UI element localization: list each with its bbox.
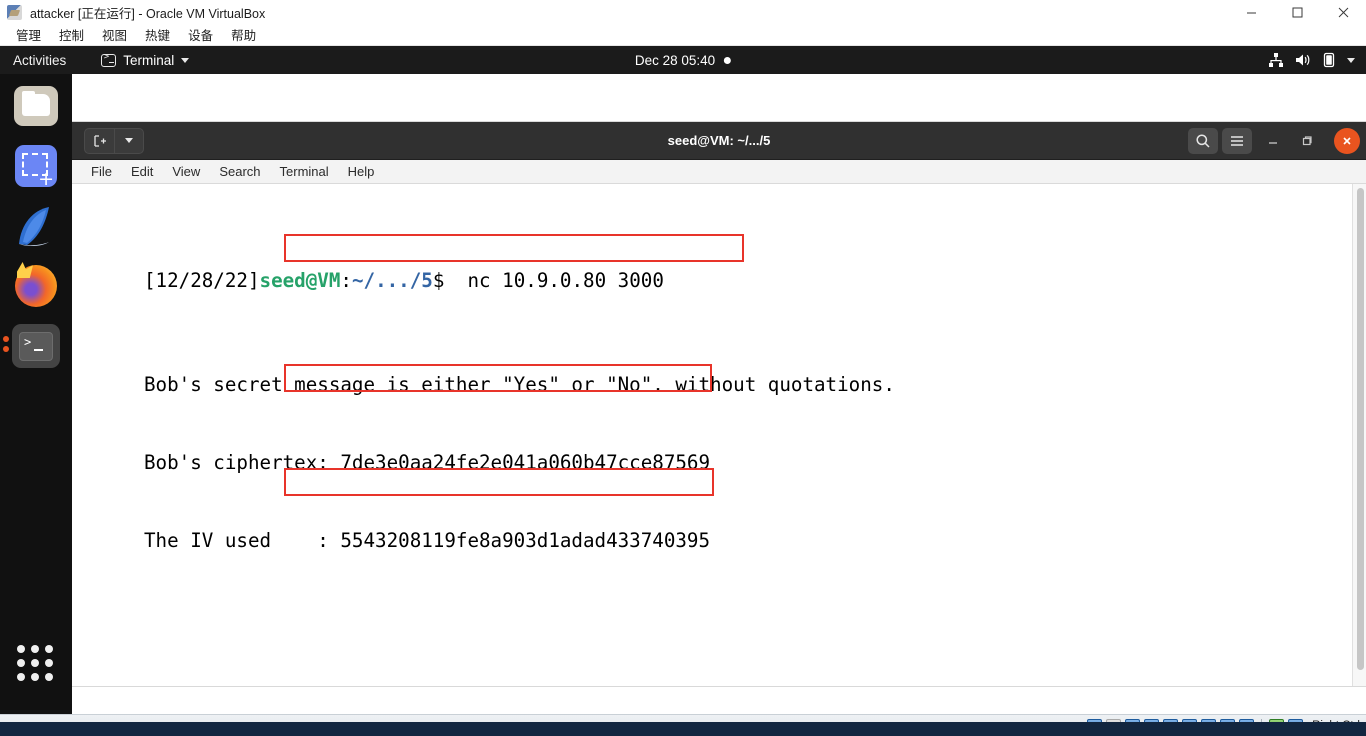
- new-tab-button[interactable]: [85, 128, 115, 153]
- maximize-button[interactable]: [1274, 0, 1320, 24]
- battery-icon: [1322, 52, 1336, 68]
- close-button[interactable]: [1320, 0, 1366, 24]
- vbox-menu-help[interactable]: 帮助: [223, 23, 264, 46]
- terminal-prompt-line: [12/28/22]seed@VM:~/.../5$ nc 10.9.0.80 …: [72, 268, 1352, 294]
- prompt-colon: :: [340, 269, 352, 292]
- clock-label: Dec 28 05:40: [634, 52, 716, 68]
- wireshark-icon: [13, 204, 59, 248]
- virtualbox-titlebar: attacker [正在运行] - Oracle VM VirtualBox: [0, 0, 1366, 24]
- terminal-menubar: File Edit View Search Terminal Help: [72, 160, 1366, 184]
- prompt-path: ~/.../5: [351, 269, 433, 292]
- vbox-menu-manage[interactable]: 管理: [8, 23, 49, 46]
- terminal-window-title: seed@VM: ~/.../5: [667, 133, 771, 148]
- menu-terminal[interactable]: Terminal: [271, 162, 338, 181]
- virtualbox-window-title: attacker [正在运行] - Oracle VM VirtualBox: [30, 6, 266, 21]
- prompt-user-host: seed@VM: [259, 269, 341, 292]
- host-taskbar: [0, 722, 1366, 736]
- notification-dot-icon: [724, 56, 732, 64]
- vbox-menu-hotkeys[interactable]: 热键: [137, 23, 178, 46]
- virtualbox-menubar: 管理 控制 视图 热键 设备 帮助: [0, 24, 1366, 46]
- terminal-scrollbar[interactable]: [1352, 184, 1366, 686]
- terminal-icon: [101, 52, 117, 67]
- menu-search[interactable]: Search: [210, 162, 269, 181]
- terminal-line: Next IV : 83b0c49019fe8a903d1adad4337403…: [72, 684, 1352, 686]
- terminal-line: The IV used : 5543208119fe8a903d1adad433…: [144, 529, 711, 552]
- show-applications-button[interactable]: [14, 642, 58, 686]
- dock-item-wireshark[interactable]: [12, 202, 60, 250]
- network-wired-icon: [1268, 52, 1284, 68]
- dock-item-files[interactable]: [12, 82, 60, 130]
- menu-file[interactable]: File: [82, 162, 121, 181]
- minimize-button[interactable]: [1228, 0, 1274, 24]
- terminal-header-actions: [1188, 127, 1360, 154]
- scrollbar-thumb[interactable]: [1357, 188, 1364, 670]
- terminal-icon: [3, 324, 60, 368]
- virtualbox-app-icon: [7, 4, 22, 20]
- activities-button[interactable]: Activities: [0, 46, 79, 74]
- app-menu-terminal[interactable]: Terminal: [91, 46, 199, 74]
- search-button[interactable]: [1188, 127, 1218, 154]
- prompt-date: [12/28/22]: [144, 269, 260, 292]
- terminal-command: nc 10.9.0.80 3000: [444, 269, 664, 292]
- terminal-maximize-button[interactable]: [1294, 128, 1320, 154]
- vbox-menu-control[interactable]: 控制: [51, 23, 92, 46]
- chevron-down-icon: [181, 57, 190, 63]
- menu-help[interactable]: Help: [339, 162, 384, 181]
- volume-icon: [1295, 52, 1311, 68]
- menu-edit[interactable]: Edit: [122, 162, 162, 181]
- terminal-minimize-button[interactable]: [1260, 128, 1286, 154]
- terminal-window: seed@VM: ~/.../5 File Edit View Search T…: [72, 122, 1366, 686]
- menu-view[interactable]: View: [163, 162, 209, 181]
- dock-item-terminal[interactable]: [3, 322, 60, 370]
- screenshot-icon: [15, 145, 57, 189]
- virtualbox-window: attacker [正在运行] - Oracle VM VirtualBox 管…: [0, 0, 1366, 736]
- vbox-menu-view[interactable]: 视图: [94, 23, 135, 46]
- terminal-headerbar: seed@VM: ~/.../5: [72, 122, 1366, 160]
- clock-button[interactable]: Dec 28 05:40: [626, 50, 740, 71]
- dock-item-screenshot[interactable]: [12, 142, 60, 190]
- terminal-line: Bob's secret message is either "Yes" or …: [144, 373, 895, 396]
- terminal-output-area[interactable]: [12/28/22]seed@VM:~/.../5$ nc 10.9.0.80 …: [72, 184, 1366, 686]
- app-menu-label: Terminal: [123, 52, 175, 68]
- terminal-line: Bob's ciphertex: 7de3e0aa24fe2e041a060b4…: [144, 451, 711, 474]
- running-indicator: [3, 336, 9, 352]
- gnome-dock: [0, 74, 72, 714]
- prompt-dollar: $: [432, 269, 445, 292]
- new-tab-dropdown[interactable]: [115, 129, 143, 153]
- virtualbox-window-controls: [1228, 0, 1366, 24]
- terminal-close-button[interactable]: [1334, 127, 1360, 154]
- hamburger-menu-button[interactable]: [1222, 127, 1252, 154]
- files-icon: [14, 86, 58, 126]
- gnome-top-bar: Activities Terminal Dec 28 05:40: [0, 46, 1366, 74]
- chevron-down-icon: [1347, 57, 1355, 63]
- firefox-icon: [15, 265, 57, 307]
- dock-item-firefox[interactable]: [12, 262, 60, 310]
- vbox-menu-devices[interactable]: 设备: [180, 23, 221, 46]
- terminal-text: [12/28/22]seed@VM:~/.../5$ nc 10.9.0.80 …: [72, 184, 1352, 686]
- guest-screen: Activities Terminal Dec 28 05:40: [0, 46, 1366, 714]
- new-tab-group: [84, 127, 144, 154]
- chevron-down-icon: [125, 138, 133, 143]
- system-status-area[interactable]: [1268, 52, 1366, 68]
